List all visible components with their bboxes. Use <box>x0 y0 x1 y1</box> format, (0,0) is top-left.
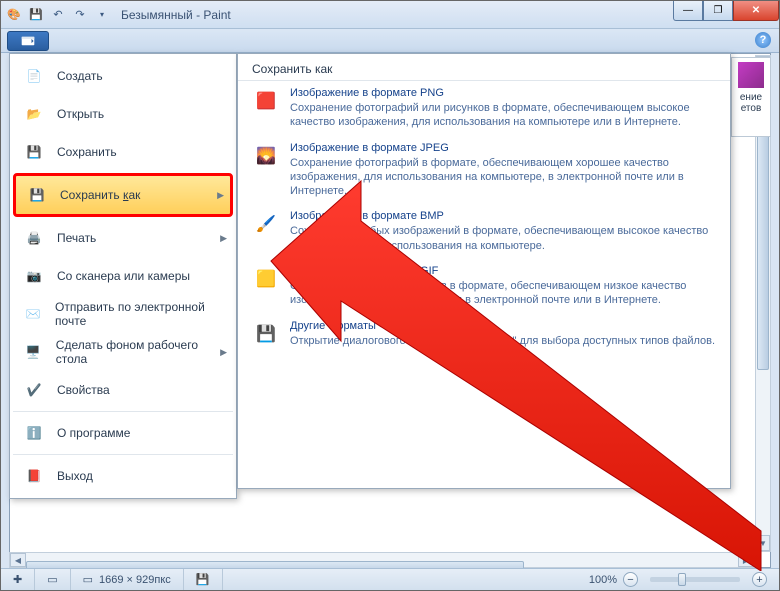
scanner-icon: 📷 <box>23 265 45 287</box>
horizontal-scrollbar[interactable]: ◀ ▶ <box>9 552 755 568</box>
menu-item-label: Сохранить как <box>60 188 140 202</box>
save-icon[interactable]: 💾 <box>27 6 45 24</box>
save-as-submenu: Сохранить как 🟥 Изображение в формате PNG… <box>237 53 731 489</box>
menu-item-label: Печать <box>57 231 96 245</box>
saveas-option-4[interactable]: 💾 Другие форматы Открытие диалогового окна… <box>238 314 730 354</box>
scroll-down-icon[interactable]: ▼ <box>756 535 770 551</box>
colors-label-1: ение <box>732 92 770 103</box>
format-title: Изображение в формате GIF <box>290 265 716 277</box>
redo-icon[interactable]: ↷ <box>71 6 89 24</box>
floppy-icon: 💾 <box>23 141 45 163</box>
file-tab[interactable] <box>7 31 49 51</box>
menu-item-exit[interactable]: 📕 Выход <box>13 457 233 495</box>
menu-item-label: Сохранить <box>57 145 117 159</box>
format-desc: Сохранение простых рисунков в формате, о… <box>290 279 716 308</box>
menu-item-floppy[interactable]: 💾 Сохранить <box>13 133 233 171</box>
maximize-button[interactable]: ❐ <box>703 1 733 21</box>
printer-icon: 🖨️ <box>23 227 45 249</box>
selection-cell: ▭ <box>35 569 70 590</box>
format-icon: 🟨 <box>252 265 280 293</box>
saveas-option-0[interactable]: 🟥 Изображение в формате PNG Сохранение фот… <box>238 81 730 136</box>
menu-item-label: О программе <box>57 426 130 440</box>
zoom-in-button[interactable]: + <box>752 572 767 587</box>
menu-item-scanner[interactable]: 📷 Со сканера или камеры <box>13 257 233 295</box>
format-icon: 🌄 <box>252 142 280 170</box>
menu-item-check[interactable]: ✔️ Свойства <box>13 371 233 409</box>
menu-item-desktop[interactable]: 🖥️ Сделать фоном рабочего стола▶ <box>13 333 233 371</box>
info-icon: ℹ️ <box>23 422 45 444</box>
submenu-arrow-icon: ▶ <box>217 190 224 201</box>
zoom-out-button[interactable]: − <box>623 572 638 587</box>
menu-item-label: Свойства <box>57 383 110 397</box>
format-title: Изображение в формате BMP <box>290 210 716 222</box>
scroll-right-icon[interactable]: ▶ <box>738 553 754 567</box>
mail-icon: ✉️ <box>23 303 43 325</box>
menu-item-mail[interactable]: ✉️ Отправить по электронной почте <box>13 295 233 333</box>
minimize-button[interactable]: — <box>673 1 703 21</box>
color-swatch-icon[interactable] <box>738 62 764 88</box>
status-bar: ✚ ▭ ▭ 1669 × 929пкс 💾 100% − + <box>1 568 779 590</box>
cursor-pos-cell: ✚ <box>1 569 35 590</box>
disk-icon: 💾 <box>196 573 210 586</box>
saveas-option-1[interactable]: 🌄 Изображение в формате JPEG Сохранение фо… <box>238 136 730 205</box>
help-icon[interactable]: ? <box>755 32 771 48</box>
window-buttons: — ❐ ✕ <box>673 1 779 21</box>
exit-icon: 📕 <box>23 465 45 487</box>
format-title: Изображение в формате JPEG <box>290 142 716 154</box>
format-title: Изображение в формате PNG <box>290 87 716 99</box>
file-menu: 📄 Создать 📂 Открыть 💾 Сохранить 💾 Сохранить как… <box>9 53 237 499</box>
submenu-arrow-icon: ▶ <box>220 347 227 358</box>
format-desc: Открытие диалогового окна "Сохранить как… <box>290 334 715 348</box>
folder-open-icon: 📂 <box>23 103 45 125</box>
zoom-slider-thumb[interactable] <box>678 573 686 586</box>
menu-item-floppy-arrow[interactable]: 💾 Сохранить как ▶ <box>13 173 233 217</box>
format-icon: 🖌️ <box>252 210 280 238</box>
window-title: Безымянный - Paint <box>121 8 231 22</box>
saveas-option-3[interactable]: 🟨 Изображение в формате GIF Сохранение про… <box>238 259 730 314</box>
scroll-left-icon[interactable]: ◀ <box>10 553 26 567</box>
format-desc: Сохранение фотографий в формате, обеспеч… <box>290 156 716 199</box>
format-desc: Сохранение фотографий или рисунков в фор… <box>290 101 716 130</box>
menu-item-file-new[interactable]: 📄 Создать <box>13 57 233 95</box>
undo-icon[interactable]: ↶ <box>49 6 67 24</box>
colors-label-2: етов <box>732 103 770 114</box>
menu-item-printer[interactable]: 🖨️ Печать ▶ <box>13 219 233 257</box>
menu-item-label: Со сканера или камеры <box>57 269 190 283</box>
menu-item-info[interactable]: ℹ️ О программе <box>13 414 233 452</box>
menu-item-label: Выход <box>57 469 93 483</box>
menu-item-label: Создать <box>57 69 103 83</box>
floppy-arrow-icon: 💾 <box>26 184 48 206</box>
menu-item-label: Отправить по электронной почте <box>55 300 223 328</box>
crosshair-icon: ✚ <box>13 573 22 586</box>
colors-panel-fragment: ение етов <box>731 57 771 137</box>
format-icon: 💾 <box>252 320 280 348</box>
desktop-icon: 🖥️ <box>23 341 44 363</box>
file-new-icon: 📄 <box>23 65 45 87</box>
selection-icon: ▭ <box>47 573 57 586</box>
zoom-cell: 100% − + <box>577 569 779 590</box>
menu-item-folder-open[interactable]: 📂 Открыть <box>13 95 233 133</box>
format-title: Другие форматы <box>290 320 715 332</box>
qat-dropdown-icon[interactable]: ▾ <box>93 6 111 24</box>
submenu-title: Сохранить как <box>238 54 730 81</box>
zoom-text: 100% <box>589 574 617 586</box>
menu-item-label: Открыть <box>57 107 104 121</box>
saveas-option-2[interactable]: 🖌️ Изображение в формате BMP Сохранение лю… <box>238 204 730 259</box>
quick-access-toolbar: 🎨 💾 ↶ ↷ ▾ <box>5 6 111 24</box>
zoom-slider[interactable] <box>650 577 740 582</box>
dimensions-cell: ▭ 1669 × 929пкс <box>71 569 184 590</box>
format-desc: Сохранение любых изображений в формате, … <box>290 224 716 253</box>
ribbon: ? <box>1 29 779 53</box>
app-icon: 🎨 <box>5 6 23 24</box>
close-button[interactable]: ✕ <box>733 1 779 21</box>
format-icon: 🟥 <box>252 87 280 115</box>
titlebar: 🎨 💾 ↶ ↷ ▾ Безымянный - Paint — ❐ ✕ <box>1 1 779 29</box>
dimensions-text: 1669 × 929пкс <box>99 574 171 586</box>
submenu-arrow-icon: ▶ <box>220 233 227 244</box>
menu-item-label: Сделать фоном рабочего стола <box>56 338 223 366</box>
filesize-cell: 💾 <box>184 569 223 590</box>
dims-icon: ▭ <box>83 573 93 586</box>
check-icon: ✔️ <box>23 379 45 401</box>
